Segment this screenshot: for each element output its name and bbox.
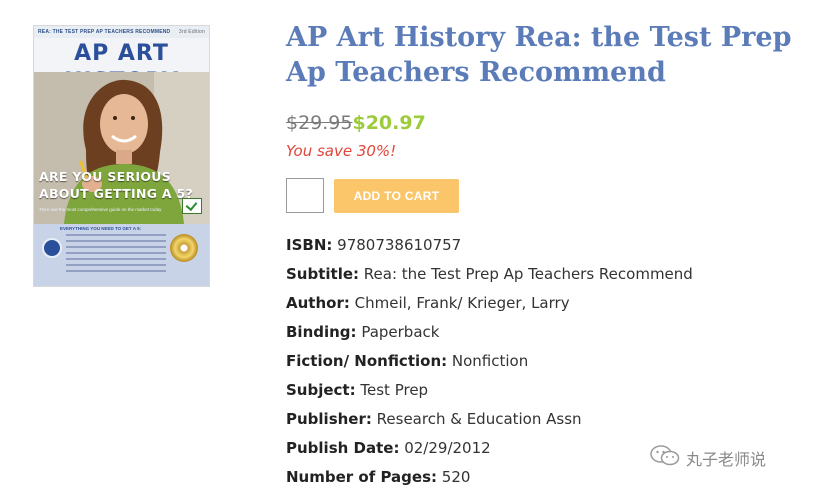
detail-label: Binding: (286, 323, 357, 341)
cover-feature-lines (66, 234, 166, 276)
detail-value: Research & Education Assn (376, 410, 582, 428)
detail-binding: Binding: Paperback (286, 320, 693, 349)
product-details-list: ISBN: 9780738610757 Subtitle: Rea: the T… (286, 233, 693, 494)
detail-value: Test Prep (360, 381, 429, 399)
sale-price: $20.97 (352, 112, 426, 134)
detail-value: 520 (441, 468, 471, 486)
cover-top-strip: REA: THE TEST PREP AP TEACHERS RECOMMEND… (34, 26, 209, 38)
detail-label: ISBN: (286, 236, 333, 254)
savings-text: You save 30%! (286, 142, 397, 160)
product-page: REA: THE TEST PREP AP TEACHERS RECOMMEND… (0, 0, 813, 494)
original-price: $29.95 (286, 112, 353, 134)
detail-subtitle: Subtitle: Rea: the Test Prep Ap Teachers… (286, 262, 693, 291)
detail-value: Chmeil, Frank/ Krieger, Larry (354, 294, 570, 312)
detail-value: 02/29/2012 (404, 439, 491, 457)
detail-label: Fiction/ Nonfiction: (286, 352, 448, 370)
checkmark-badge-icon (182, 198, 202, 214)
detail-label: Author: (286, 294, 350, 312)
wechat-watermark: 丸子老师说 (650, 444, 767, 472)
detail-author: Author: Chmeil, Frank/ Krieger, Larry (286, 291, 693, 320)
detail-label: Publish Date: (286, 439, 400, 457)
cover-tagline: Then use the most comprehensive guide on… (39, 207, 162, 212)
detail-value: Paperback (361, 323, 440, 341)
product-title: AP Art History Rea: the Test Prep Ap Tea… (286, 22, 792, 88)
quantity-input[interactable] (286, 178, 324, 213)
cover-strip-text: REA: THE TEST PREP AP TEACHERS RECOMMEND (38, 29, 171, 35)
detail-label: Subtitle: (286, 265, 360, 283)
detail-number-of-pages: Number of Pages: 520 (286, 465, 693, 494)
detail-label: Subject: (286, 381, 356, 399)
detail-publisher: Publisher: Research & Education Assn (286, 407, 693, 436)
detail-value: 9780738610757 (337, 236, 462, 254)
detail-isbn: ISBN: 9780738610757 (286, 233, 693, 262)
price-row: $29.95$20.97 (286, 110, 426, 136)
detail-value: Rea: the Test Prep Ap Teachers Recommend (363, 265, 693, 283)
detail-value: Nonfiction (451, 352, 529, 370)
detail-label: Number of Pages: (286, 468, 437, 486)
rea-seal-icon (42, 238, 62, 258)
detail-fiction-nonfiction: Fiction/ Nonfiction: Nonfiction (286, 349, 693, 378)
cd-rom-icon (170, 234, 198, 262)
add-to-cart-button[interactable]: ADD TO CART (334, 179, 459, 213)
watermark-text: 丸子老师说 (686, 450, 767, 469)
book-cover-image[interactable]: REA: THE TEST PREP AP TEACHERS RECOMMEND… (34, 26, 209, 286)
detail-label: Publisher: (286, 410, 372, 428)
cover-lower-heading: EVERYTHING YOU NEED TO GET A 5: (60, 226, 142, 231)
cover-edition: 3rd Edition (178, 29, 205, 35)
detail-subject: Subject: Test Prep (286, 378, 693, 407)
detail-publish-date: Publish Date: 02/29/2012 (286, 436, 693, 465)
wechat-icon (650, 444, 680, 472)
cover-headline: ARE YOU SERIOUS ABOUT GETTING A 5? (39, 169, 194, 201)
